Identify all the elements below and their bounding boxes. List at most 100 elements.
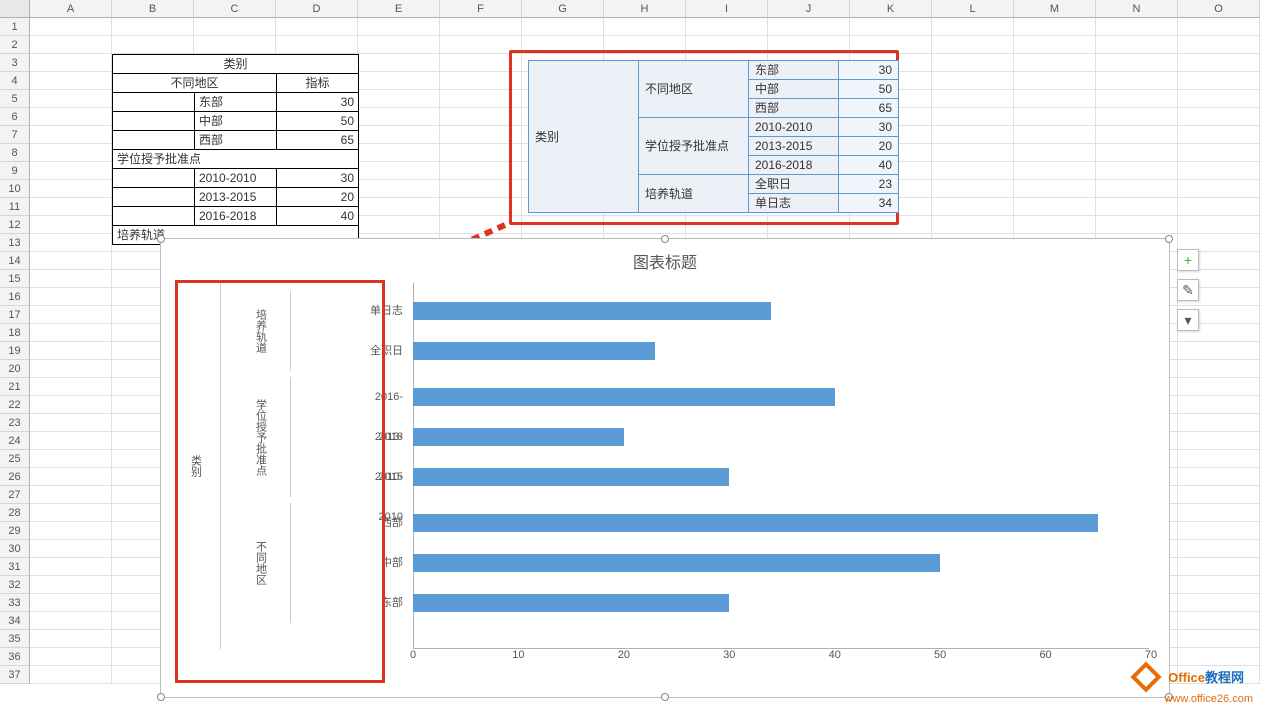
col-header[interactable]: K [850, 0, 932, 18]
col-header[interactable]: E [358, 0, 440, 18]
table-cell[interactable]: 培养轨道 [639, 175, 749, 213]
col-header[interactable]: N [1096, 0, 1178, 18]
chart-title[interactable]: 图表标题 [161, 239, 1169, 279]
row-header[interactable]: 7 [0, 126, 30, 144]
row-header[interactable]: 35 [0, 630, 30, 648]
table-cell[interactable]: 30 [277, 169, 359, 188]
table-cell[interactable]: 全职日 [749, 175, 839, 194]
row-header[interactable]: 24 [0, 432, 30, 450]
row-header[interactable]: 1 [0, 18, 30, 36]
table-cell[interactable] [113, 93, 195, 112]
table-cell[interactable]: 中部 [195, 112, 277, 131]
chart-bar[interactable] [413, 468, 729, 486]
table-cell[interactable]: 65 [277, 131, 359, 150]
chart-bar[interactable] [413, 514, 1098, 532]
row-header[interactable]: 32 [0, 576, 30, 594]
row-header[interactable]: 14 [0, 252, 30, 270]
col-header[interactable]: A [30, 0, 112, 18]
table-cell[interactable]: 单日志 [749, 194, 839, 213]
table-cell[interactable] [113, 188, 195, 207]
table-cell[interactable]: 东部 [749, 61, 839, 80]
table-cell[interactable]: 类别 [529, 61, 639, 213]
table-cell[interactable]: 30 [839, 118, 899, 137]
row-header[interactable]: 16 [0, 288, 30, 306]
table-cell[interactable] [113, 131, 195, 150]
table-cell[interactable]: 50 [277, 112, 359, 131]
row-header[interactable]: 23 [0, 414, 30, 432]
table-cell[interactable]: 20 [277, 188, 359, 207]
table-cell[interactable] [113, 112, 195, 131]
row-header[interactable]: 15 [0, 270, 30, 288]
row-header[interactable]: 19 [0, 342, 30, 360]
table-cell[interactable]: 西部 [195, 131, 277, 150]
select-all-corner[interactable] [0, 0, 30, 18]
table-cell[interactable]: 40 [839, 156, 899, 175]
row-header[interactable]: 22 [0, 396, 30, 414]
col-header[interactable]: M [1014, 0, 1096, 18]
row-header[interactable]: 29 [0, 522, 30, 540]
row-header[interactable]: 30 [0, 540, 30, 558]
row-header[interactable]: 27 [0, 486, 30, 504]
row-header[interactable]: 25 [0, 450, 30, 468]
table-cell[interactable]: 2010-2010 [195, 169, 277, 188]
table-cell[interactable]: 东部 [195, 93, 277, 112]
chart-filter-button[interactable]: ▾ [1177, 309, 1199, 331]
table-cell[interactable]: 西部 [749, 99, 839, 118]
chart-bar[interactable] [413, 554, 940, 572]
col-header[interactable]: B [112, 0, 194, 18]
row-header[interactable]: 17 [0, 306, 30, 324]
table-cell[interactable]: 65 [839, 99, 899, 118]
row-header[interactable]: 11 [0, 198, 30, 216]
col-header[interactable]: J [768, 0, 850, 18]
table-cell[interactable]: 2013-2015 [749, 137, 839, 156]
row-header[interactable]: 13 [0, 234, 30, 252]
chart-bar[interactable] [413, 388, 835, 406]
row-header[interactable]: 12 [0, 216, 30, 234]
table-row[interactable]: 学位授予批准点 [113, 150, 359, 169]
row-header[interactable]: 26 [0, 468, 30, 486]
row-header[interactable]: 6 [0, 108, 30, 126]
table-cell[interactable]: 2010-2010 [749, 118, 839, 137]
col-header[interactable]: D [276, 0, 358, 18]
chart-add-element-button[interactable]: + [1177, 249, 1199, 271]
table-cell[interactable] [113, 169, 195, 188]
row-header[interactable]: 2 [0, 36, 30, 54]
row-header[interactable]: 37 [0, 666, 30, 684]
row-header[interactable]: 4 [0, 72, 30, 90]
table-cell[interactable]: 30 [277, 93, 359, 112]
chart-styles-button[interactable]: ✎ [1177, 279, 1199, 301]
table-cell[interactable]: 中部 [749, 80, 839, 99]
row-header[interactable]: 10 [0, 180, 30, 198]
table-cell[interactable] [113, 207, 195, 226]
col-header[interactable]: G [522, 0, 604, 18]
row-header[interactable]: 33 [0, 594, 30, 612]
table-cell[interactable]: 40 [277, 207, 359, 226]
table-cell[interactable]: 23 [839, 175, 899, 194]
row-header[interactable]: 5 [0, 90, 30, 108]
chart-bar[interactable] [413, 594, 729, 612]
source-data-table[interactable]: 类别 不同地区 指标 东部30中部50西部65学位授予批准点2010-20103… [112, 54, 359, 245]
col-header[interactable]: I [686, 0, 768, 18]
col-header[interactable]: H [604, 0, 686, 18]
col-header[interactable]: C [194, 0, 276, 18]
table-cell[interactable]: 20 [839, 137, 899, 156]
row-header[interactable]: 8 [0, 144, 30, 162]
col-header[interactable]: F [440, 0, 522, 18]
table-cell[interactable]: 2016-2018 [749, 156, 839, 175]
row-header[interactable]: 28 [0, 504, 30, 522]
col-header[interactable]: L [932, 0, 1014, 18]
row-header[interactable]: 3 [0, 54, 30, 72]
chart-bar[interactable] [413, 342, 655, 360]
row-header[interactable]: 21 [0, 378, 30, 396]
chart-bar[interactable] [413, 302, 771, 320]
col-header[interactable]: O [1178, 0, 1260, 18]
table-cell[interactable]: 34 [839, 194, 899, 213]
chart-bar[interactable] [413, 428, 624, 446]
table-cell[interactable]: 2013-2015 [195, 188, 277, 207]
row-header[interactable]: 18 [0, 324, 30, 342]
table-cell[interactable]: 学位授予批准点 [639, 118, 749, 175]
table-cell[interactable]: 30 [839, 61, 899, 80]
table-cell[interactable]: 2016-2018 [195, 207, 277, 226]
table-cell[interactable]: 50 [839, 80, 899, 99]
row-header[interactable]: 20 [0, 360, 30, 378]
